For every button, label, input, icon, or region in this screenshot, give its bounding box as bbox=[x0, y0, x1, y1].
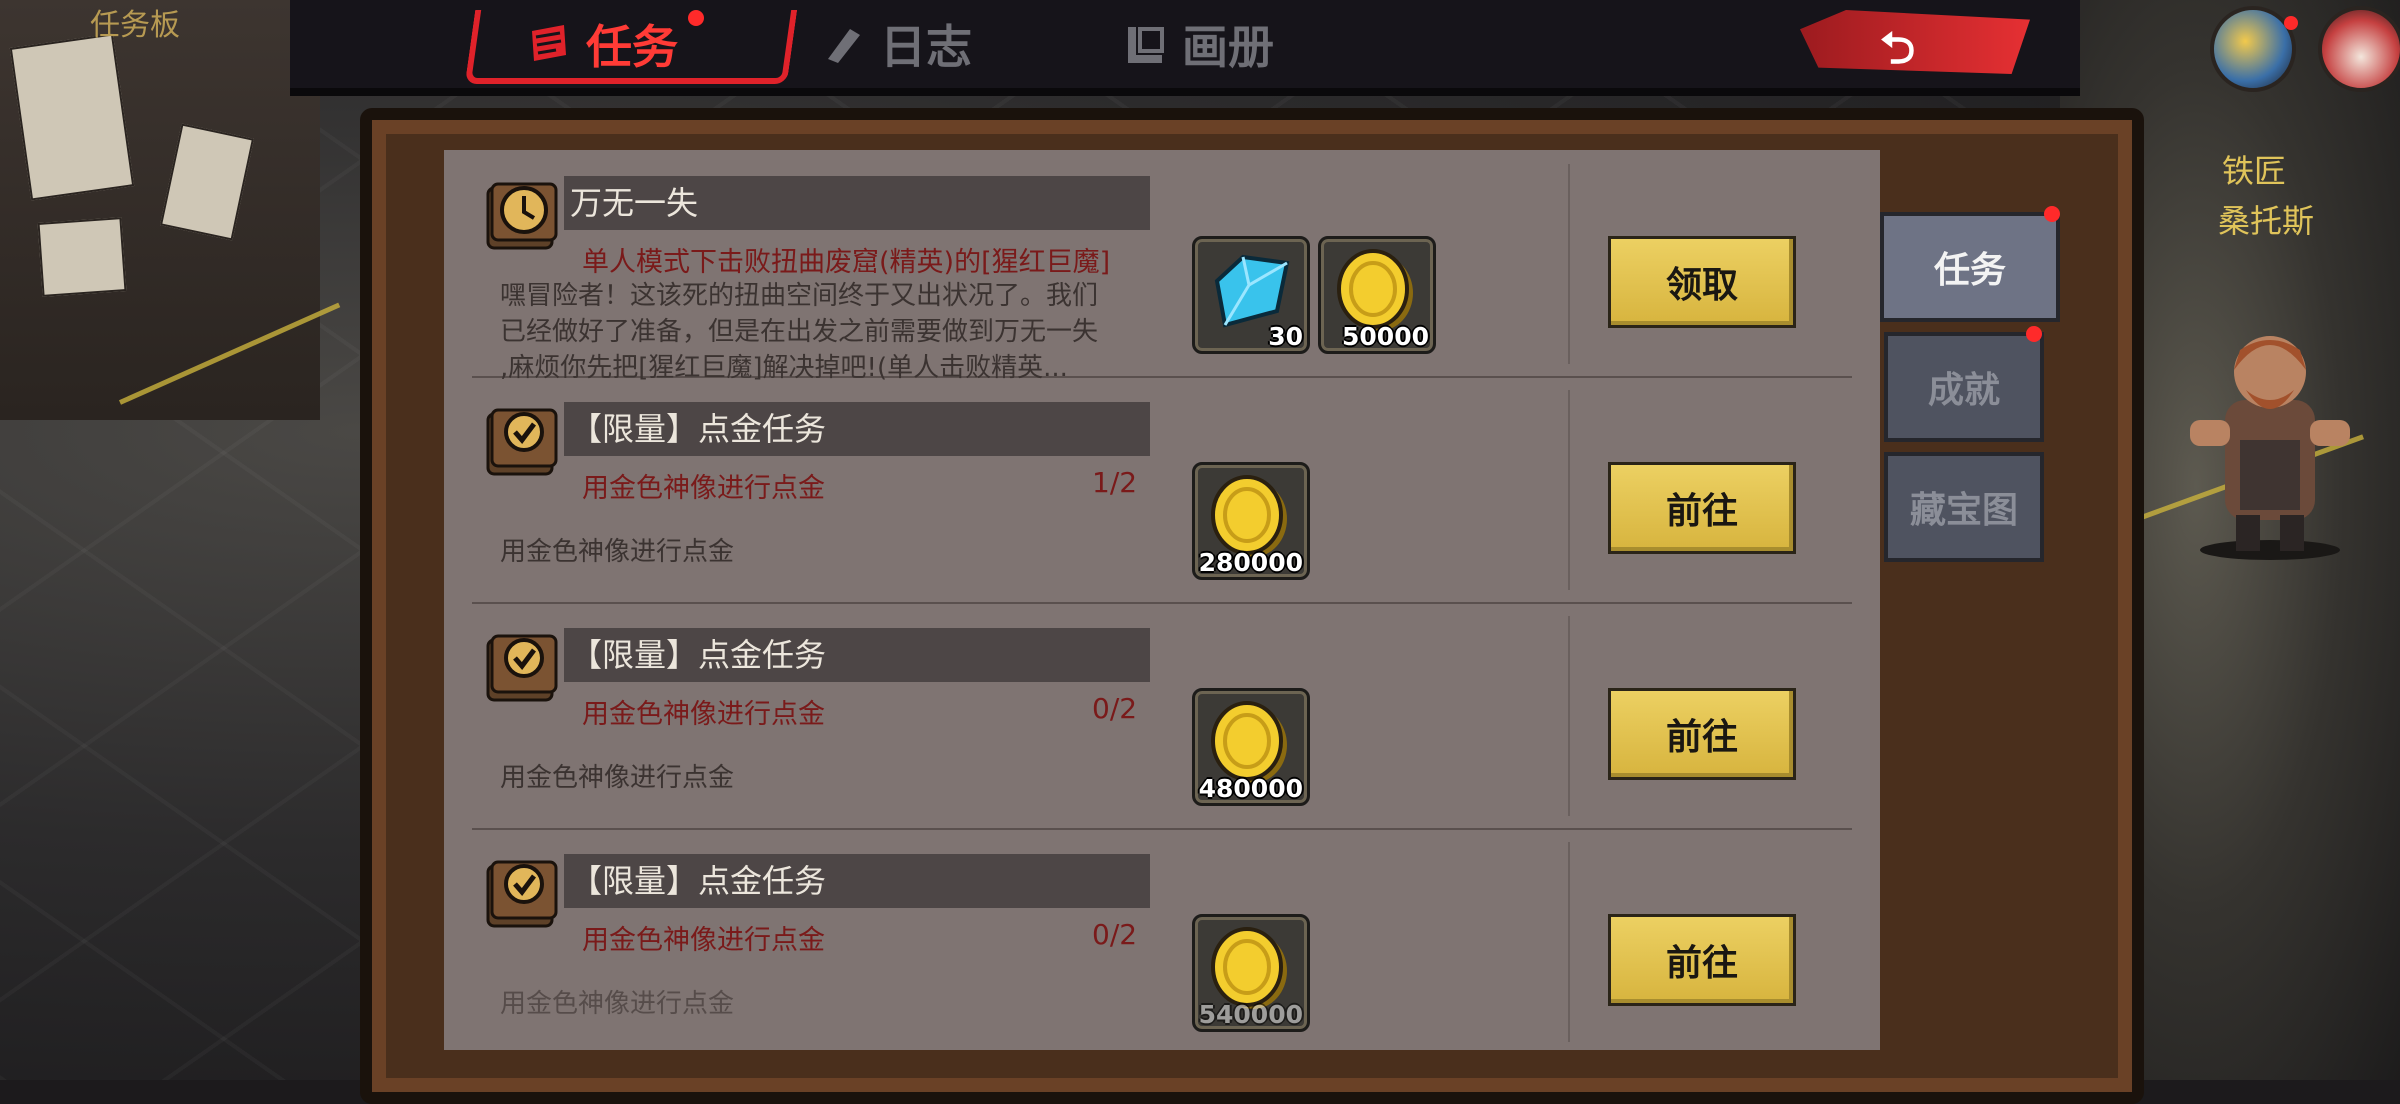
quest-row: 万无一失 单人模式下击败扭曲废窟(精英)的[猩红巨魔] 嘿冒险者！这该死的扭曲空… bbox=[472, 150, 1852, 383]
reward-amount: 280000 bbox=[1198, 548, 1303, 577]
quest-title: 万无一失 bbox=[564, 176, 1150, 230]
reward-slot[interactable]: 280000 bbox=[1192, 462, 1310, 580]
side-tab-quests[interactable]: 任务 bbox=[1880, 212, 2060, 322]
quest-board-label: 任务板 bbox=[90, 8, 180, 43]
quest-description-line: 嘿冒险者！这该死的扭曲空间终于又出状况了。我们 bbox=[500, 281, 1099, 311]
quest-title: 【限量】点金任务 bbox=[564, 402, 1150, 456]
npc-name: 桑托斯 bbox=[2218, 202, 2315, 240]
calendar-gift-icon[interactable] bbox=[2318, 6, 2400, 92]
quest-description: 嘿冒险者！这该死的扭曲空间终于又出状况了。我们 已经做好了准备，但是在出发之前需… bbox=[500, 278, 1140, 386]
quest-description-line: 已经做好了准备，但是在出发之前需要做到万无一失 bbox=[500, 317, 1099, 347]
blacksmith-npc-icon[interactable] bbox=[2170, 300, 2370, 560]
side-tab-treasure-map[interactable]: 藏宝图 bbox=[1884, 452, 2044, 562]
reward-amount: 540000 bbox=[1198, 1000, 1303, 1029]
claim-button[interactable]: 领取 bbox=[1608, 236, 1796, 328]
row-divider bbox=[1568, 164, 1570, 364]
reward-slot[interactable]: 540000 bbox=[1192, 914, 1310, 1032]
quest-requirement: 用金色神像进行点金 bbox=[582, 473, 825, 504]
quest-requirement: 用金色神像进行点金 bbox=[582, 925, 825, 956]
scroll-icon bbox=[532, 25, 566, 61]
npc-title: 铁匠 bbox=[2222, 152, 2287, 190]
reward-slot[interactable]: 50000 bbox=[1318, 236, 1436, 354]
clock-book-icon bbox=[486, 182, 558, 250]
checklist-book-icon bbox=[486, 634, 558, 702]
tab-quests-label: 任务 bbox=[586, 20, 678, 74]
quest-row: 【限量】点金任务 用金色神像进行点金 1/2 用金色神像进行点金 280000 … bbox=[472, 376, 1852, 604]
reward-slot[interactable]: 480000 bbox=[1192, 688, 1310, 806]
quest-title: 【限量】点金任务 bbox=[564, 854, 1150, 908]
side-tab-quests-notification-dot bbox=[2044, 206, 2060, 222]
reward-amount: 480000 bbox=[1198, 774, 1303, 803]
quest-title: 【限量】点金任务 bbox=[564, 628, 1150, 682]
hud-notification-dot bbox=[2284, 16, 2298, 30]
checklist-book-icon bbox=[486, 860, 558, 928]
back-button[interactable]: ⮌ bbox=[1800, 10, 2030, 74]
tab-journal[interactable]: 日志 bbox=[820, 6, 972, 82]
quest-progress: 1/2 bbox=[1092, 466, 1138, 499]
tab-album-label: 画册 bbox=[1182, 20, 1274, 74]
go-button[interactable]: 前往 bbox=[1608, 688, 1796, 780]
reward-amount: 30 bbox=[1268, 322, 1303, 351]
side-tab-achievements-notification-dot bbox=[2026, 326, 2042, 342]
tab-quests[interactable]: 任务 bbox=[460, 6, 826, 82]
notice-paper bbox=[37, 217, 127, 297]
tab-quests-notification-dot bbox=[688, 10, 704, 26]
spinning-top-icon[interactable] bbox=[2210, 6, 2296, 92]
quest-list-panel[interactable]: 万无一失 单人模式下击败扭曲废窟(精英)的[猩红巨魔] 嘿冒险者！这该死的扭曲空… bbox=[444, 150, 1880, 1050]
row-divider bbox=[1568, 616, 1570, 816]
quest-row: 【限量】点金任务 用金色神像进行点金 0/2 用金色神像进行点金 480000 … bbox=[472, 602, 1852, 830]
quest-description: 用金色神像进行点金 bbox=[500, 763, 735, 793]
reward-amount: 50000 bbox=[1342, 322, 1429, 351]
checklist-book-icon bbox=[486, 408, 558, 476]
quest-row: 【限量】点金任务 用金色神像进行点金 0/2 用金色神像进行点金 540000 … bbox=[472, 828, 1852, 1050]
side-tab-achievements[interactable]: 成就 bbox=[1884, 332, 2044, 442]
notice-paper bbox=[9, 33, 135, 201]
quest-description: 用金色神像进行点金 bbox=[500, 989, 735, 1019]
quest-description: 用金色神像进行点金 bbox=[500, 537, 735, 567]
row-divider bbox=[1568, 390, 1570, 590]
quest-progress: 0/2 bbox=[1092, 692, 1138, 725]
row-divider bbox=[1568, 842, 1570, 1042]
reward-slot[interactable]: 30 bbox=[1192, 236, 1310, 354]
quest-progress: 0/2 bbox=[1092, 918, 1138, 951]
tab-album[interactable]: 画册 bbox=[1122, 6, 1274, 82]
quest-requirement: 单人模式下击败扭曲废窟(精英)的[猩红巨魔] bbox=[582, 247, 1111, 278]
go-button[interactable]: 前往 bbox=[1608, 914, 1796, 1006]
album-icon bbox=[1128, 27, 1164, 63]
go-button[interactable]: 前往 bbox=[1608, 462, 1796, 554]
quest-requirement: 用金色神像进行点金 bbox=[582, 699, 825, 730]
quill-icon bbox=[828, 29, 860, 63]
tab-journal-label: 日志 bbox=[880, 20, 972, 74]
